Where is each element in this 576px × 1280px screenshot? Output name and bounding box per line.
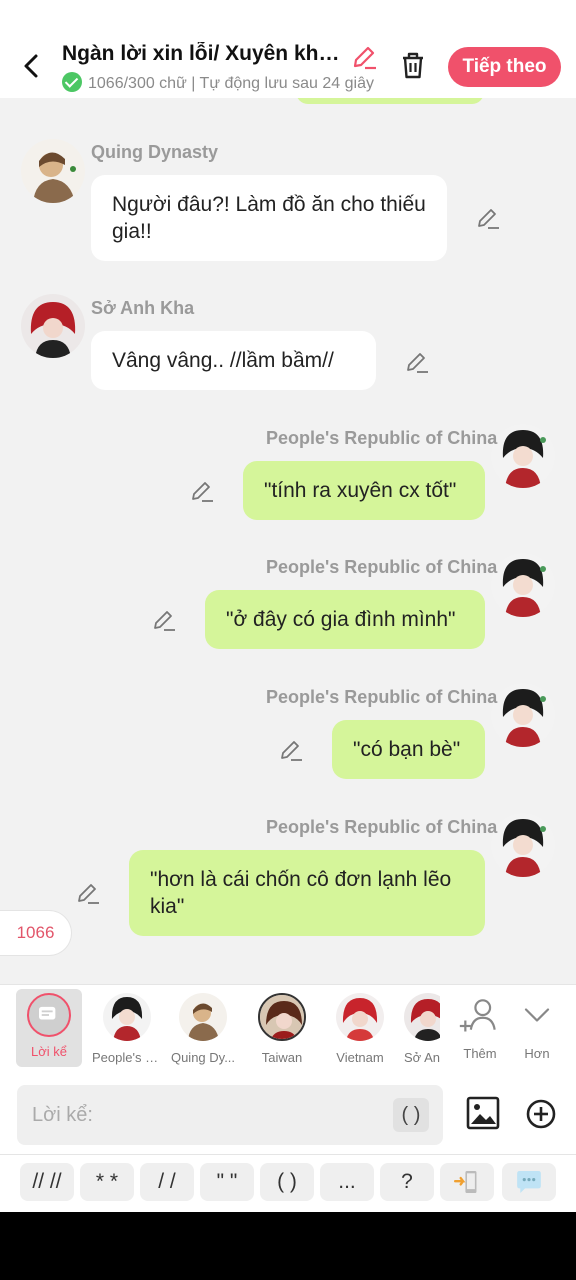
next-button[interactable]: Tiếp theo [448,47,561,87]
input-placeholder: Lời kể: [32,1104,93,1126]
edit-message-icon[interactable] [279,738,303,762]
word-counter-badge[interactable]: 1066 [0,910,72,956]
composer: Lời kể: ( ) [0,1076,576,1154]
quick-key[interactable]: ( ) [260,1163,314,1201]
sender-name: People's Republic of China [266,428,498,448]
quick-key[interactable]: ? [380,1163,434,1201]
sender-name: People's Republic of China [266,817,498,837]
message-bubble[interactable]: "có bạn bè" [332,720,485,779]
message-bubble[interactable]: "hơn là cái chốn cô đơn lạnh lẽo kia" [129,850,485,936]
edit-message-icon[interactable] [405,350,429,374]
add-icon[interactable] [525,1098,557,1130]
message-bubble[interactable]: Vâng vâng.. //lầm bầm// [91,331,376,390]
image-icon[interactable] [466,1096,500,1130]
sender-name: People's Republic of China [266,557,498,577]
character-name: Taiwan [261,1050,303,1065]
avatar-prc[interactable] [491,553,555,617]
add-person-icon [459,999,496,1032]
avatar-qing-dynasty[interactable] [21,139,85,203]
paren-insert-button[interactable]: ( ) [393,1098,429,1132]
narration-selector[interactable]: Lời kể [16,989,82,1067]
character-qing[interactable]: Quing Dy... [168,993,238,1065]
edit-message-icon[interactable] [476,206,500,230]
avatar-prc[interactable] [491,424,555,488]
message-bubble[interactable]: Người đâu?! Làm đồ ăn cho thiếu gia!! [91,175,447,261]
phone-arrow-icon [453,1171,477,1194]
avatar-prc[interactable] [491,813,555,877]
quick-key[interactable]: // // [20,1163,74,1201]
phone-switch-key[interactable] [440,1163,494,1201]
message-bubble[interactable]: "tính ra xuyên cx tốt" [243,461,485,520]
chevron-down-icon [524,1008,550,1022]
top-bar: Ngàn lời xin lỗi/ Xuyên không Qing Dynas… [0,0,576,98]
story-title[interactable]: Ngàn lời xin lỗi/ Xuyên không Qing Dynas… [62,42,352,66]
less-label: Hơn [524,1046,550,1061]
trash-icon[interactable] [398,49,428,81]
saved-check-icon [62,72,82,92]
system-nav-area [0,1212,576,1280]
sender-name: Sở Anh Kha [91,298,195,318]
quick-key[interactable]: ... [320,1163,374,1201]
character-vietnam[interactable]: Vietnam [325,993,395,1065]
character-name: People's R... [92,1050,162,1065]
edit-message-icon[interactable] [190,479,214,503]
quick-key[interactable]: " " [200,1163,254,1201]
character-selector: Lời kể People's R... Quing Dy... Taiwan … [0,984,576,1076]
character-so-anh-kha[interactable]: Sở Anh Kha [398,993,440,1065]
edit-message-icon[interactable] [76,881,100,905]
edit-message-icon[interactable] [152,608,176,632]
quick-key[interactable]: / / [140,1163,194,1201]
avatar-prc[interactable] [491,683,555,747]
character-prc[interactable]: People's R... [92,993,162,1065]
character-name: Vietnam [336,1050,384,1065]
status-text: 1066/300 chữ | Tự động lưu sau 24 giây [88,75,374,92]
sender-name: Quing Dynasty [91,142,219,162]
narration-label: Lời kể [31,1044,67,1059]
character-name: Quing Dy... [170,1050,236,1065]
collapse-button[interactable]: Hơn [502,993,572,1061]
back-arrow-icon[interactable] [18,50,46,82]
narration-icon [27,993,71,1037]
message-input[interactable]: Lời kể: ( ) [17,1085,443,1145]
quick-key[interactable]: * * [80,1163,134,1201]
quick-insert-bar: // // * * / / " " ( ) ... ? [0,1154,576,1212]
message-bubble[interactable]: "ở đây có gia đình mình" [205,590,485,649]
edit-title-icon[interactable] [351,44,377,70]
avatar-so-anh-kha[interactable] [21,294,85,358]
speech-bubble-icon [517,1171,541,1194]
character-name: Sở Anh Kha [404,1050,440,1065]
word-count-status: 1066/300 chữ | Tự động lưu sau 24 giây [62,72,380,94]
sender-name: People's Republic of China [266,687,498,707]
character-taiwan[interactable]: Taiwan [247,993,317,1065]
chat-style-key[interactable] [502,1163,556,1201]
